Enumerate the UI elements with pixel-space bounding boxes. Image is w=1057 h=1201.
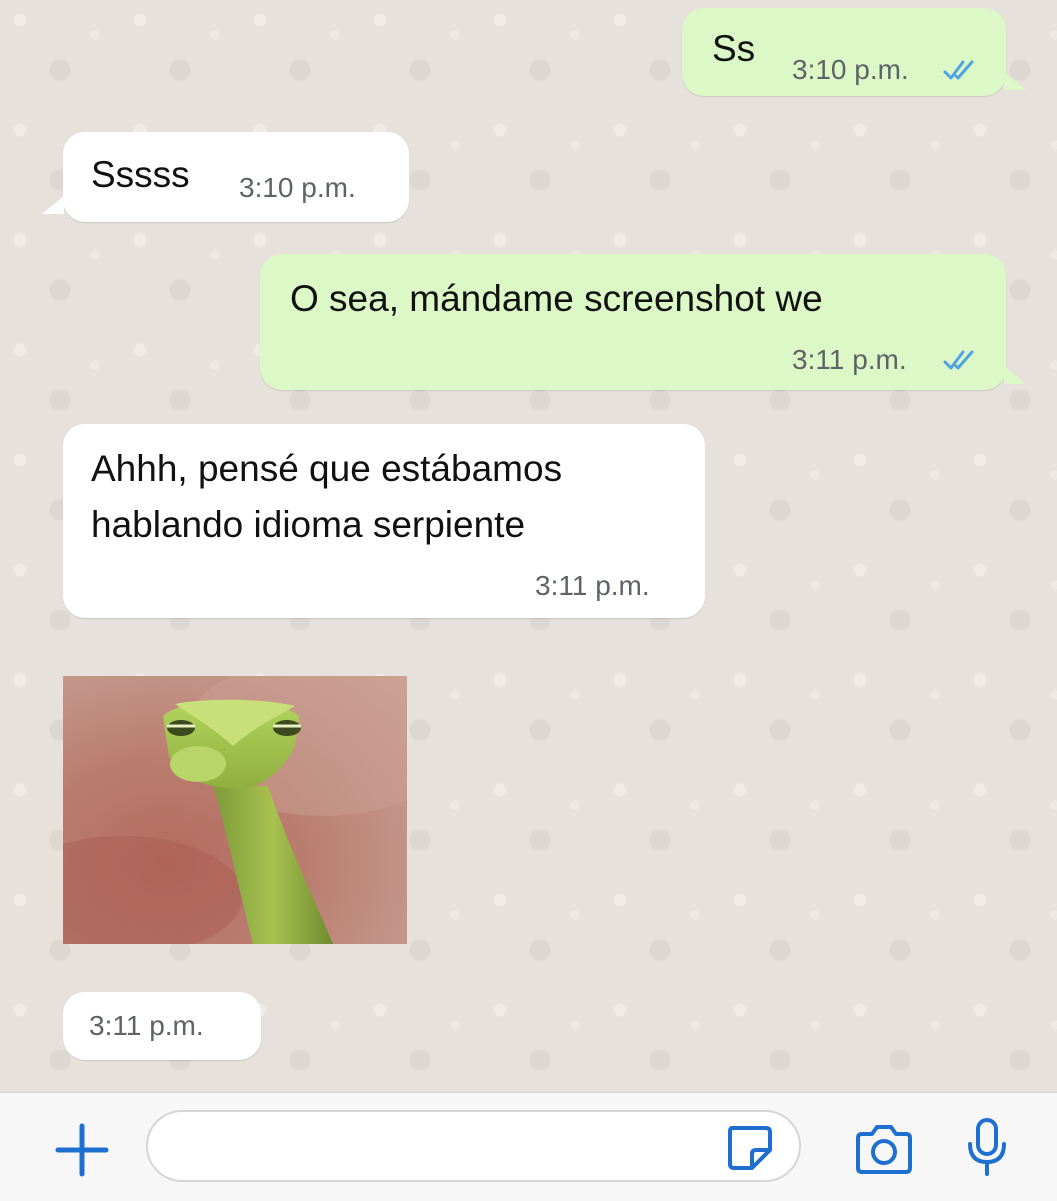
message-time: 3:11 p.m. <box>89 1010 204 1041</box>
bubble-tail <box>1004 366 1026 384</box>
read-ticks-icon <box>943 350 974 370</box>
message-time: 3:10 p.m. <box>792 54 909 85</box>
read-ticks-icon <box>943 60 974 80</box>
incoming-message-bubble[interactable]: 3:11 p.m. <box>63 992 261 1060</box>
message-text: Ss <box>712 28 756 69</box>
bubble-tail <box>1004 72 1026 90</box>
plus-icon[interactable] <box>52 1120 112 1180</box>
message-time: 3:11 p.m. <box>792 344 907 375</box>
message-input[interactable] <box>146 1110 801 1182</box>
outgoing-message-bubble[interactable]: O sea, mándame screenshot we 3:11 p.m. <box>260 254 1006 390</box>
snake-illustration <box>63 676 407 944</box>
message-text-line: Ahhh, pensé que estábamos <box>91 448 563 489</box>
message-time: 3:10 p.m. <box>239 172 356 203</box>
outgoing-message-bubble[interactable]: Ss 3:10 p.m. <box>682 8 1006 96</box>
microphone-icon[interactable] <box>963 1116 1011 1180</box>
bubble-tail <box>42 196 64 214</box>
incoming-message-bubble[interactable]: Ahhh, pensé que estábamos hablando idiom… <box>63 424 705 618</box>
message-time: 3:11 p.m. <box>535 570 650 601</box>
camera-icon[interactable] <box>852 1122 916 1178</box>
incoming-message-bubble[interactable]: Sssss 3:10 p.m. <box>63 132 409 222</box>
snake-image[interactable] <box>63 676 407 944</box>
sticker-icon[interactable] <box>722 1120 776 1174</box>
message-text-line: hablando idioma serpiente <box>91 504 526 545</box>
message-text: O sea, mándame screenshot we <box>290 278 823 319</box>
message-text: Sssss <box>91 154 190 195</box>
